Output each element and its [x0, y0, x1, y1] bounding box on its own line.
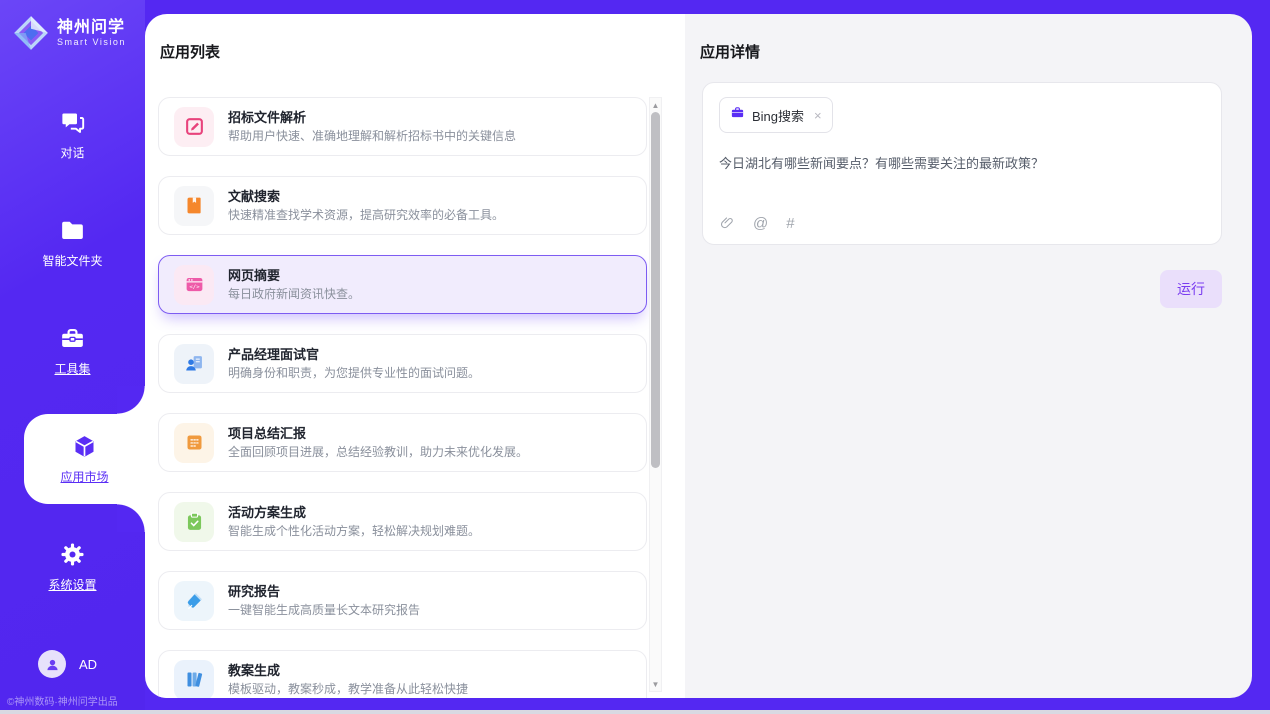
app-card-title: 活动方案生成	[228, 503, 480, 523]
logo-diamond-icon	[12, 14, 50, 52]
app-card[interactable]: 文献搜索 快速精准查找学术资源，提高研究效率的必备工具。	[158, 176, 647, 235]
sidebar-item-label: 工具集	[54, 360, 90, 377]
app-list-title: 应用列表	[145, 14, 685, 62]
svg-text:</>: </>	[189, 285, 200, 291]
sidebar-item-chat[interactable]: 对话	[0, 90, 145, 180]
app-card[interactable]: 项目总结汇报 全面回顾项目进展，总结经验教训，助力未来优化发展。	[158, 413, 647, 472]
attach-toolbar: @ #	[719, 215, 795, 231]
run-button[interactable]: 运行	[1160, 270, 1222, 308]
prompt-card[interactable]: Bing搜索 × 今日湖北有哪些新闻要点？有哪些需要关注的最新政策？ @ #	[702, 82, 1222, 245]
app-detail-panel: 应用详情 Bing搜索 × 今日湖北有哪些新闻要点？有哪些需要关注的最新政策？ …	[685, 14, 1252, 698]
app-card-title: 产品经理面试官	[228, 345, 480, 365]
ink-pen-icon	[174, 581, 214, 621]
app-detail-title: 应用详情	[685, 14, 1252, 62]
sidebar-item-folder[interactable]: 智能文件夹	[0, 198, 145, 288]
prompt-input[interactable]: 今日湖北有哪些新闻要点？有哪些需要关注的最新政策？	[719, 154, 1205, 174]
browser-code-icon: </>	[174, 265, 214, 305]
cube-icon	[71, 433, 98, 460]
app-card-desc: 全面回顾项目进展，总结经验教训，助力未来优化发展。	[228, 444, 528, 461]
sidebar-item-label: 智能文件夹	[42, 252, 102, 269]
user-account[interactable]: AD	[38, 650, 97, 678]
hash-icon[interactable]: #	[786, 216, 794, 231]
app-logo: 神州问学 Smart Vision	[0, 0, 145, 52]
paperclip-icon[interactable]	[719, 215, 735, 231]
scrollbar-thumb[interactable]	[651, 112, 660, 468]
tag-close-icon[interactable]: ×	[814, 109, 822, 122]
app-card[interactable]: </> 网页摘要 每日政府新闻资讯快查。	[158, 255, 647, 314]
user-label: AD	[79, 657, 97, 672]
user-avatar	[38, 650, 66, 678]
app-card-title: 教案生成	[228, 661, 468, 681]
interview-icon	[174, 344, 214, 384]
app-card[interactable]: 研究报告 一键智能生成高质量长文本研究报告	[158, 571, 647, 630]
app-card-title: 研究报告	[228, 582, 420, 602]
chat-icon	[59, 109, 86, 136]
app-card-desc: 帮助用户快速、准确地理解和解析招标书中的关键信息	[228, 128, 516, 145]
app-card[interactable]: 产品经理面试官 明确身份和职责，为您提供专业性的面试问题。	[158, 334, 647, 393]
app-card-title: 网页摘要	[228, 266, 360, 286]
sidebar-item-cube[interactable]: 应用市场	[24, 414, 145, 504]
sidebar-item-gear[interactable]: 系统设置	[0, 522, 145, 612]
app-card[interactable]: 招标文件解析 帮助用户快速、准确地理解和解析招标书中的关键信息	[158, 97, 647, 156]
note-icon	[174, 423, 214, 463]
logo-subtitle: Smart Vision	[57, 37, 126, 47]
app-list-panel: 应用列表 招标文件解析 帮助用户快速、准确地理解和解析招标书中的关键信息 文献搜…	[145, 14, 685, 698]
doc-edit-icon	[174, 107, 214, 147]
app-card-desc: 智能生成个性化活动方案，轻松解决规划难题。	[228, 523, 480, 540]
app-card-title: 项目总结汇报	[228, 424, 528, 444]
app-card-desc: 明确身份和职责，为您提供专业性的面试问题。	[228, 365, 480, 382]
app-card-desc: 一键智能生成高质量长文本研究报告	[228, 602, 420, 619]
sidebar-item-label: 对话	[60, 144, 84, 161]
app-card-title: 文献搜索	[228, 187, 504, 207]
app-card-desc: 每日政府新闻资讯快查。	[228, 286, 360, 303]
clipboard-check-icon	[174, 502, 214, 542]
app-card[interactable]: 活动方案生成 智能生成个性化活动方案，轻松解决规划难题。	[158, 492, 647, 551]
list-scrollbar[interactable]: ▲ ▼	[649, 97, 662, 692]
tool-tag-bing[interactable]: Bing搜索 ×	[719, 97, 833, 133]
books-icon	[174, 660, 214, 699]
tool-tag-label: Bing搜索	[752, 106, 804, 125]
sidebar-nav: 对话 智能文件夹 工具集 应用市场 系统设置	[0, 90, 145, 630]
app-card[interactable]: 教案生成 模板驱动，教案秒成，教学准备从此轻松快捷	[158, 650, 647, 698]
sidebar-item-label: 系统设置	[48, 576, 96, 593]
briefcase-icon	[730, 105, 745, 125]
at-icon[interactable]: @	[753, 216, 768, 231]
sidebar-item-label: 应用市场	[60, 468, 108, 485]
copyright-footer: ©神州数码·神州问学出品	[7, 693, 118, 708]
gear-icon	[59, 541, 86, 568]
app-card-title: 招标文件解析	[228, 108, 516, 128]
sidebar: 神州问学 Smart Vision 对话 智能文件夹 工具集 应用市场 系统设置…	[0, 0, 145, 714]
logo-title: 神州问学	[57, 19, 126, 37]
scroll-up-icon[interactable]: ▲	[650, 99, 661, 111]
app-cards: 招标文件解析 帮助用户快速、准确地理解和解析招标书中的关键信息 文献搜索 快速精…	[158, 97, 647, 698]
app-card-desc: 模板驱动，教案秒成，教学准备从此轻松快捷	[228, 681, 468, 698]
app-card-desc: 快速精准查找学术资源，提高研究效率的必备工具。	[228, 207, 504, 224]
toolbox-icon	[59, 325, 86, 352]
book-icon	[174, 186, 214, 226]
main-shell: 应用列表 招标文件解析 帮助用户快速、准确地理解和解析招标书中的关键信息 文献搜…	[145, 14, 1252, 698]
folder-icon	[59, 217, 86, 244]
scroll-down-icon[interactable]: ▼	[650, 678, 661, 690]
sidebar-item-toolbox[interactable]: 工具集	[0, 306, 145, 396]
